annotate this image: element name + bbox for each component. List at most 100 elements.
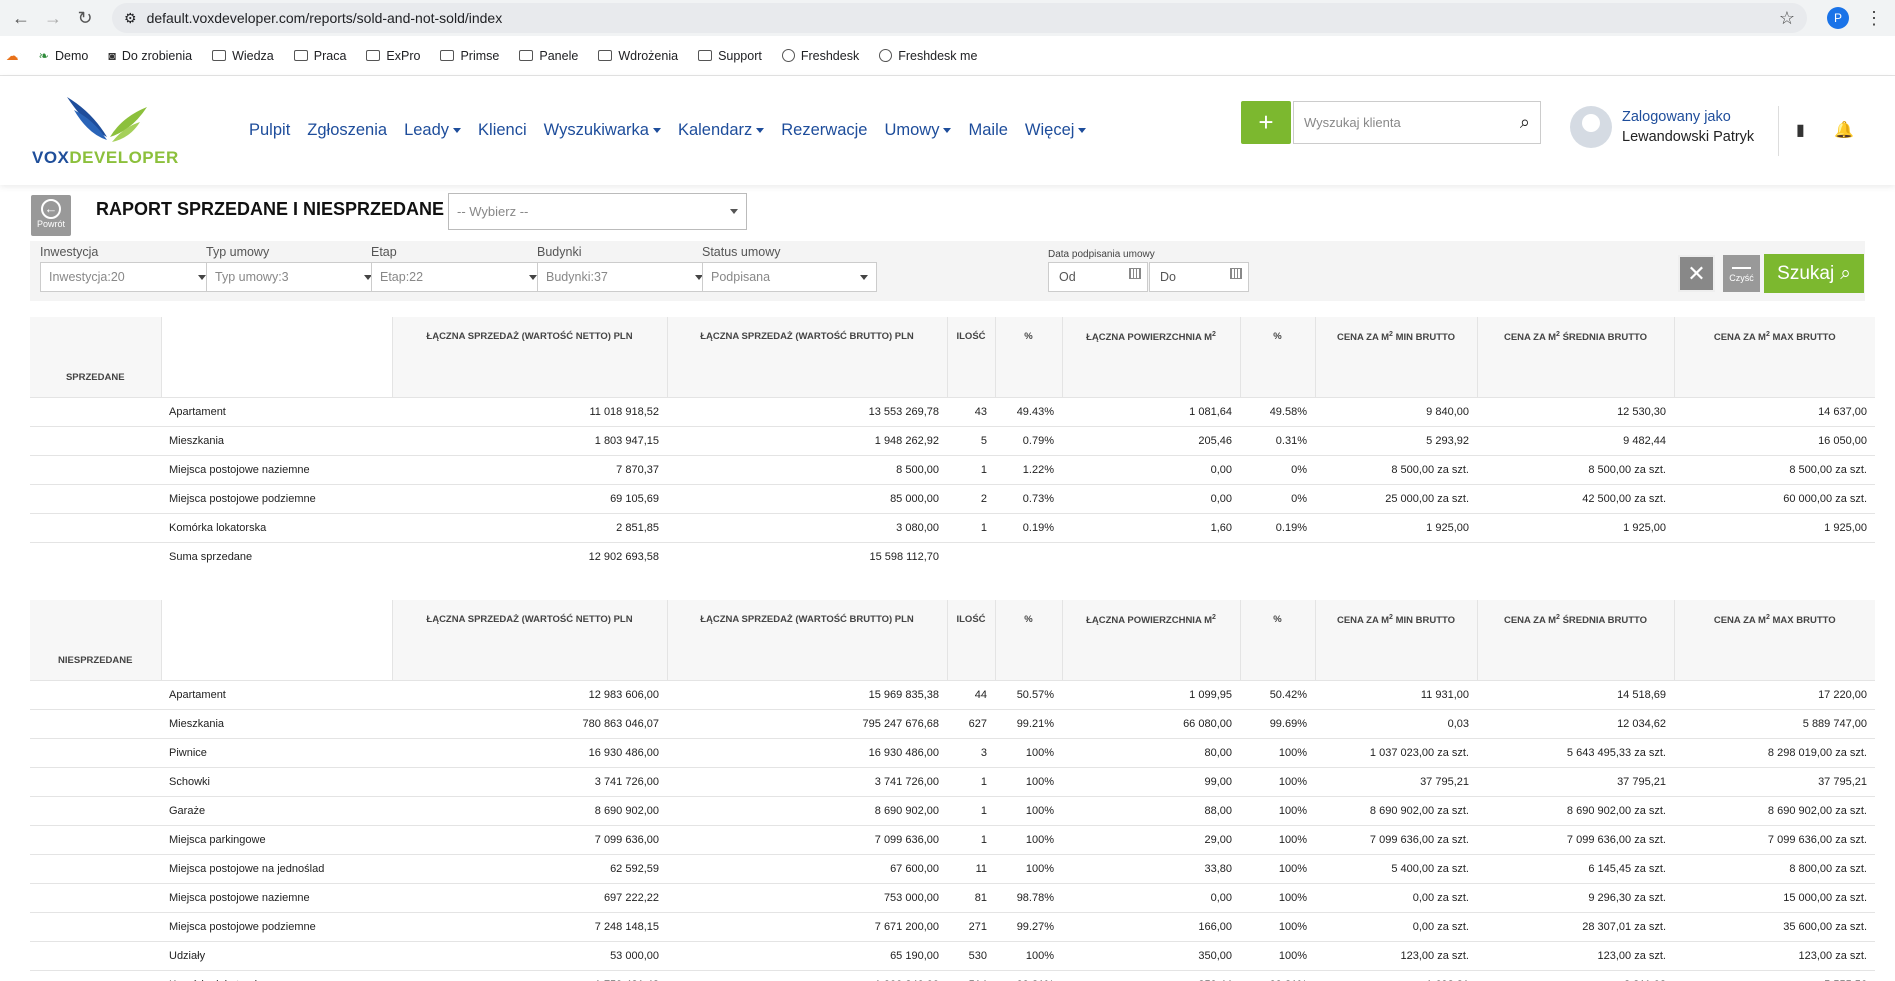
- nav-item[interactable]: Leady: [404, 121, 461, 140]
- cell: 100%: [1240, 940, 1315, 970]
- bookmark-item[interactable]: Panele: [519, 49, 578, 63]
- cell: 60 000,00 za szt.: [1674, 483, 1875, 513]
- bookmark-item[interactable]: Support: [698, 49, 762, 63]
- cell: 2 851,85: [392, 512, 667, 542]
- reload-icon[interactable]: ↻: [72, 5, 98, 31]
- voxdeveloper-logo[interactable]: VOXDEVELOPER: [32, 86, 178, 176]
- folder-icon: [598, 50, 613, 61]
- profile-avatar[interactable]: P: [1827, 7, 1849, 29]
- back-button[interactable]: ← Powrót: [31, 195, 71, 236]
- cell: 627: [947, 708, 995, 738]
- cell: 100%: [1240, 766, 1315, 796]
- cell: 11: [947, 853, 995, 883]
- client-search-input[interactable]: Wyszukaj klienta ⌕: [1293, 101, 1541, 144]
- cell: 0.19%: [1240, 512, 1315, 542]
- nav-item[interactable]: Maile: [968, 121, 1007, 140]
- table-row: Komórka lokatorska 2 851,85 3 080,00 1 0.19%…: [30, 512, 1875, 542]
- back-arrow-icon[interactable]: ←: [8, 5, 34, 31]
- bookmark-label: Panele: [539, 48, 579, 63]
- folder-icon: [212, 50, 227, 61]
- user-info[interactable]: Zalogowany jako Lewandowski Patryk: [1570, 106, 1754, 148]
- row-name: Miejsca parkingowe: [161, 824, 392, 854]
- cell: 100%: [1240, 737, 1315, 767]
- row-name: Miejsca postojowe naziemne: [161, 882, 392, 912]
- forward-arrow-icon[interactable]: →: [40, 5, 66, 31]
- page-title: RAPORT SPRZEDANE I NIESPRZEDANE: [96, 199, 445, 219]
- date-to-input[interactable]: Do: [1149, 262, 1249, 292]
- export-excel-button[interactable]: ✕: [1678, 255, 1715, 292]
- cell: 81: [947, 882, 995, 912]
- add-button[interactable]: +: [1241, 101, 1291, 144]
- search-button[interactable]: Szukaj ⌕: [1764, 254, 1864, 293]
- column-header: ŁĄCZNA SPRZEDAŻ (WARTOŚĆ BRUTTO) PLN: [666, 600, 947, 680]
- globe-icon: [879, 49, 893, 62]
- folder-icon: [293, 50, 308, 61]
- bookmark-item[interactable]: Praca: [293, 48, 347, 63]
- row-name: Miejsca postojowe podziemne: [161, 483, 392, 513]
- filter-value: Typ umowy:3: [215, 270, 289, 284]
- filter-select[interactable]: Budynki:37: [537, 262, 712, 292]
- nav-item[interactable]: Klienci: [478, 121, 527, 140]
- nav-item[interactable]: Kalendarz: [678, 121, 764, 140]
- nav-item[interactable]: Więcej: [1025, 121, 1087, 140]
- cell: 8 690 902,00 za szt.: [1477, 795, 1674, 825]
- bookmarks-bar: ☁ ❧ Demo ◙ Do zrobienia Wiedza Praca ExPro Prim…: [0, 36, 1895, 76]
- bookmark-item[interactable]: Wdrożenia: [598, 49, 678, 63]
- row-name: Apartament: [161, 396, 392, 426]
- nav-item[interactable]: Umowy: [884, 121, 951, 140]
- filter-select[interactable]: Podpisana: [702, 262, 877, 292]
- cell: 12 983 606,00: [392, 679, 667, 709]
- cell: 0.73%: [995, 483, 1062, 513]
- cell: 166,00: [1062, 911, 1240, 941]
- bookmark-item[interactable]: Wiedza: [212, 49, 274, 63]
- briefcase-icon[interactable]: ▮: [1796, 120, 1805, 140]
- cloud-icon[interactable]: ☁: [6, 48, 19, 63]
- bookmark-item[interactable]: ExPro: [366, 49, 420, 63]
- cell: 62 592,59: [392, 853, 667, 883]
- cell: 35 600,00 za szt.: [1674, 911, 1875, 941]
- filter-select[interactable]: Typ umowy:3: [206, 262, 381, 292]
- cell: 350,00: [1062, 940, 1240, 970]
- cell: 33,80: [1062, 853, 1240, 883]
- cell: 8 298 019,00 za szt.: [1674, 737, 1875, 767]
- bookmark-label: Praca: [313, 48, 347, 63]
- cell: 14 518,69: [1477, 679, 1674, 709]
- header-divider: [1778, 106, 1779, 156]
- filter-panel: Data podpisania umowy Od Do ✕ Czyść Szuka…: [30, 241, 1865, 301]
- filter-select[interactable]: Etap:22: [371, 262, 546, 292]
- nav-item[interactable]: Pulpit: [249, 121, 290, 140]
- cell: 66 080,00: [1062, 708, 1240, 738]
- filter-select[interactable]: Inwestycja:20: [40, 262, 215, 292]
- nav-item[interactable]: Rezerwacje: [781, 121, 867, 140]
- bookmark-item[interactable]: ❧ Demo: [39, 48, 89, 64]
- bookmark-item[interactable]: ◙ Do zrobienia: [108, 49, 192, 63]
- cell: 80,00: [1062, 737, 1240, 767]
- cell: 6 145,45 za szt.: [1477, 853, 1674, 883]
- cell: 8 500,00 za szt.: [1477, 454, 1674, 484]
- cell: 1 759 481,48: [392, 969, 667, 981]
- nav-item[interactable]: Zgłoszenia: [307, 121, 387, 140]
- browser-menu-icon[interactable]: ⋮: [1865, 8, 1883, 29]
- bell-icon[interactable]: 🔔: [1834, 120, 1854, 140]
- cell: 15 969 835,38: [667, 679, 947, 709]
- clear-button[interactable]: Czyść: [1723, 255, 1760, 292]
- row-spacer: [30, 882, 161, 912]
- nav-item[interactable]: Wyszukiwarka: [544, 121, 661, 140]
- bookmark-item[interactable]: Primse: [440, 49, 499, 63]
- date-from-input[interactable]: Od: [1048, 262, 1148, 292]
- cell: 17 220,00: [1674, 679, 1875, 709]
- bookmark-item[interactable]: Freshdesk me: [879, 49, 977, 63]
- search-icon[interactable]: ⌕: [1520, 112, 1530, 133]
- report-select[interactable]: -- Wybierz --: [448, 193, 747, 230]
- date-filter-label: Data podpisania umowy: [1048, 249, 1155, 260]
- cell: 99.21%: [995, 708, 1062, 738]
- site-info-icon[interactable]: ⚙: [124, 10, 137, 27]
- cell: 3 741 726,00: [392, 766, 667, 796]
- address-bar[interactable]: ⚙ default.voxdeveloper.com/reports/sold-…: [112, 3, 1807, 33]
- bookmark-item[interactable]: Freshdesk: [781, 49, 859, 63]
- column-header: ŁĄCZNA SPRZEDAŻ (WARTOŚĆ NETTO) PLN: [391, 317, 667, 397]
- bookmark-star-icon[interactable]: ☆: [1779, 8, 1795, 29]
- cell: 1 099,95: [1062, 679, 1240, 709]
- user-avatar: [1570, 106, 1612, 148]
- cell: 88,00: [1062, 795, 1240, 825]
